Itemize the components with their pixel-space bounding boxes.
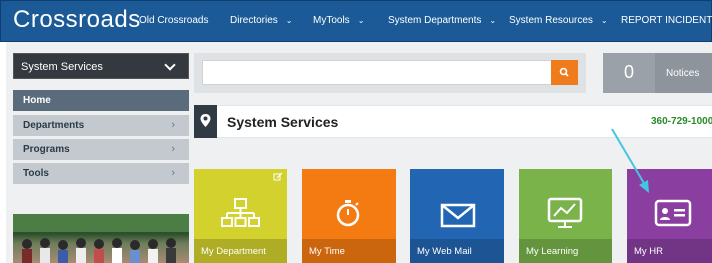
brand-logo[interactable]: Crossroads	[13, 6, 141, 34]
search-input[interactable]	[202, 60, 552, 85]
phone-number[interactable]: 360-729-1000	[651, 116, 712, 127]
tile-label: My Time	[309, 246, 345, 257]
sidebar-item-label: Home	[23, 95, 51, 106]
nav-label: Directories	[230, 15, 278, 26]
page-title: System Services	[227, 114, 339, 130]
tile-my-time[interactable]: My Time	[302, 169, 396, 263]
sidebar-item-label: Tools	[23, 168, 49, 179]
chevron-down-icon: ⌄	[285, 16, 293, 25]
tile-my-web-mail[interactable]: My Web Mail	[410, 169, 504, 263]
tile-label: My HR	[634, 246, 664, 257]
search-button[interactable]	[551, 60, 578, 85]
chevron-down-icon: ⌄	[489, 16, 497, 25]
nav-system-departments[interactable]: System Departments ⌄	[388, 15, 496, 26]
nav-label: Old Crossroads	[139, 15, 209, 26]
nav-old-crossroads[interactable]: Old Crossroads	[139, 15, 208, 26]
chevron-down-icon: ⌄	[600, 16, 608, 25]
nav-label: System Resources	[509, 15, 593, 26]
search-icon	[559, 67, 569, 77]
nav-label: System Departments	[388, 15, 482, 26]
nav-report-incident[interactable]: REPORT INCIDENT⌄	[621, 15, 712, 26]
staff-group-photo	[13, 214, 189, 263]
notices-label[interactable]: Notices	[655, 53, 712, 93]
chevron-down-icon	[164, 59, 176, 71]
sidebar-item-home[interactable]: Home	[13, 90, 189, 111]
chevron-right-icon: ›	[171, 167, 175, 179]
chevron-right-icon: ›	[171, 143, 175, 155]
nav-system-resources[interactable]: System Resources ⌄	[509, 15, 608, 26]
sidebar-item-label: Departments	[23, 120, 85, 131]
tile-my-department[interactable]: My Department	[194, 169, 287, 263]
envelope-icon	[440, 203, 476, 228]
tile-my-learning[interactable]: My Learning	[519, 169, 612, 263]
chevron-right-icon: ›	[171, 119, 175, 131]
nav-label: MyTools	[313, 15, 350, 26]
sidebar-item-programs[interactable]: Programs ›	[13, 139, 189, 160]
chevron-down-icon: ⌄	[357, 16, 365, 25]
tile-label: My Department	[201, 246, 266, 257]
notices-count[interactable]: 0	[603, 53, 655, 93]
sidebar-item-departments[interactable]: Departments ›	[13, 115, 189, 136]
tile-label: My Web Mail	[417, 246, 472, 257]
location-pin-icon	[194, 105, 217, 138]
annotation-arrow-icon	[611, 128, 649, 193]
nav-directories[interactable]: Directories ⌄	[230, 15, 293, 26]
system-unit-select[interactable]: System Services	[13, 53, 189, 79]
system-unit-value: System Services	[21, 61, 103, 73]
nav-mytools[interactable]: MyTools ⌄	[313, 15, 364, 26]
stopwatch-icon	[336, 200, 360, 227]
sidebar-item-label: Programs	[23, 144, 70, 155]
edit-icon[interactable]	[273, 172, 283, 182]
sidebar-item-tools[interactable]: Tools ›	[13, 163, 189, 184]
presentation-board-icon	[547, 197, 583, 228]
nav-label: REPORT INCIDENT	[621, 15, 712, 26]
tile-label: My Learning	[526, 246, 579, 257]
